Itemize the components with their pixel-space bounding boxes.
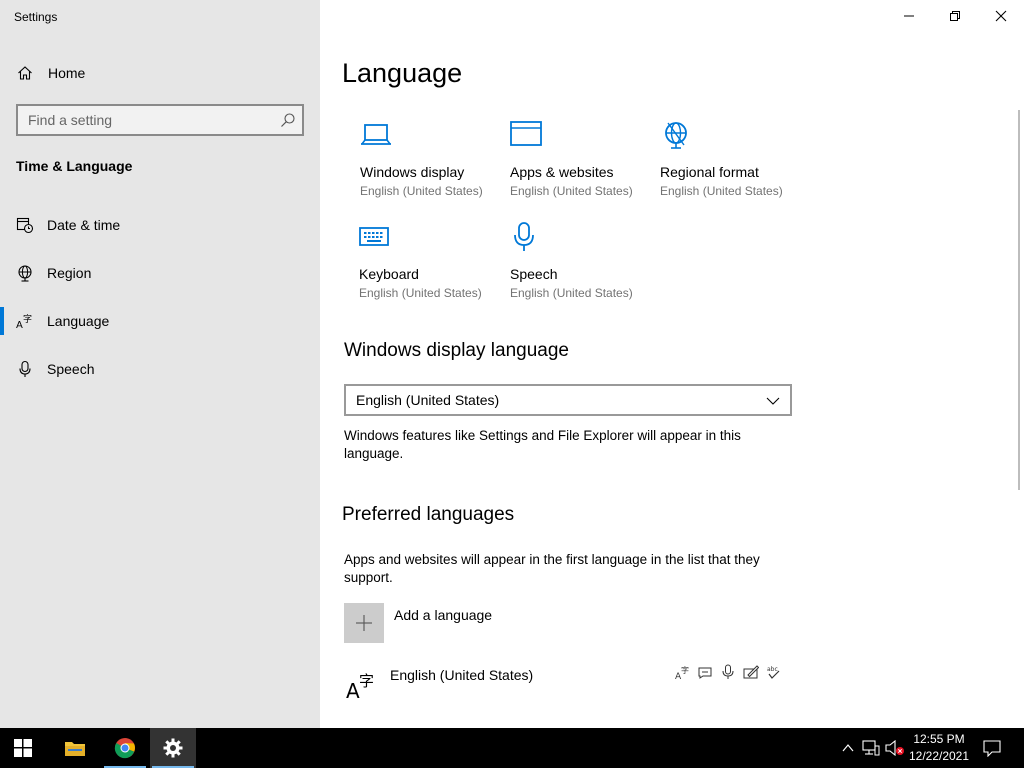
search-box[interactable] <box>16 104 304 136</box>
spellcheck-feature-icon: abc <box>767 666 780 679</box>
svg-text:abc: abc <box>767 666 778 673</box>
preferred-languages-heading: Preferred languages <box>342 504 515 525</box>
tile-title: Regional format <box>660 164 759 180</box>
monitor-icon <box>361 124 391 145</box>
sidebar-item-speech[interactable]: Speech <box>0 351 320 387</box>
tile-title: Keyboard <box>359 266 419 282</box>
chrome-icon <box>114 738 135 759</box>
microphone-icon <box>514 222 534 251</box>
add-icon-box <box>344 603 384 643</box>
language-list-item[interactable]: A 字 English (United States) A 字 abc <box>344 660 794 706</box>
tile-subtitle: English (United States) <box>360 184 483 198</box>
add-language-label: Add a language <box>394 607 493 623</box>
browser-window-icon <box>510 121 542 146</box>
keyboard-icon <box>359 227 389 246</box>
tile-title: Apps & websites <box>510 164 614 180</box>
start-button[interactable] <box>0 728 46 768</box>
network-icon-button[interactable] <box>861 738 881 758</box>
chevron-down-icon <box>766 397 780 405</box>
home-icon <box>18 66 32 80</box>
sidebar-item-region[interactable]: Region <box>0 255 320 291</box>
tile-keyboard[interactable]: Keyboard English (United States) <box>359 222 499 312</box>
svg-text:A: A <box>16 320 23 330</box>
network-icon <box>862 740 880 756</box>
page-title: Language <box>342 58 463 88</box>
nav-home-label: Home <box>48 65 86 81</box>
action-center-button[interactable] <box>982 738 1002 758</box>
taskbar-clock[interactable]: 12:55 PM 12/22/2021 <box>906 731 972 765</box>
taskbar: 12:55 PM 12/22/2021 <box>0 728 1024 768</box>
show-hidden-icons-button[interactable] <box>838 738 858 758</box>
search-icon[interactable] <box>280 112 296 128</box>
calendar-clock-icon <box>16 217 34 234</box>
dropdown-value: English (United States) <box>356 392 500 408</box>
svg-text:字: 字 <box>681 665 689 675</box>
language-icon: A 字 <box>16 313 32 330</box>
svg-text:字: 字 <box>359 672 374 690</box>
add-language-button[interactable]: Add a language <box>344 603 644 645</box>
tile-subtitle: English (United States) <box>510 286 633 300</box>
tile-subtitle: English (United States) <box>359 286 482 300</box>
search-input[interactable] <box>28 111 278 129</box>
main-content: Language Windows display English (United… <box>320 0 1024 728</box>
globe-clock-icon <box>665 122 687 149</box>
sidebar: Settings Home Time & Language Date & tim… <box>0 0 320 728</box>
chrome-button[interactable] <box>102 728 148 768</box>
app-title: Settings <box>14 10 58 24</box>
sidebar-item-label: Speech <box>47 361 95 377</box>
windows-logo-icon <box>14 739 32 757</box>
clock-date: 12/22/2021 <box>908 749 970 763</box>
tile-regional-format[interactable]: Regional format English (United States) <box>660 120 800 210</box>
tile-speech[interactable]: Speech English (United States) <box>510 222 650 312</box>
folder-icon <box>65 742 85 756</box>
clock-time: 12:55 PM <box>913 732 965 746</box>
display-language-heading: Windows display language <box>344 340 569 361</box>
preferred-languages-description: Apps and websites will appear in the fir… <box>344 552 760 585</box>
sidebar-item-language[interactable]: A 字 Language <box>0 303 320 339</box>
sidebar-item-label: Date & time <box>47 217 121 233</box>
notification-icon <box>983 740 1001 757</box>
sidebar-item-date-time[interactable]: Date & time <box>0 207 320 243</box>
sidebar-item-label: Language <box>47 313 110 329</box>
sidebar-item-label: Region <box>47 265 92 281</box>
tile-windows-display[interactable]: Windows display English (United States) <box>360 120 500 210</box>
language-icon: A 字 <box>346 672 374 700</box>
speech-recognition-feature-icon <box>722 664 734 679</box>
file-explorer-button[interactable] <box>52 728 98 768</box>
display-language-feature-icon: A 字 <box>675 665 689 680</box>
tile-subtitle: English (United States) <box>510 184 633 198</box>
volume-icon-button[interactable] <box>885 738 905 758</box>
settings-taskbar-button[interactable] <box>150 728 196 768</box>
volume-muted-icon <box>885 740 904 756</box>
tile-title: Windows display <box>360 164 465 180</box>
microphone-icon <box>19 360 31 377</box>
text-to-speech-feature-icon <box>698 667 712 679</box>
display-language-dropdown[interactable]: English (United States) <box>344 384 792 416</box>
chevron-up-icon <box>842 744 854 752</box>
globe-icon <box>18 265 32 282</box>
tile-title: Speech <box>510 266 558 282</box>
tile-apps-websites[interactable]: Apps & websites English (United States) <box>510 120 650 210</box>
scrollbar[interactable] <box>1018 110 1020 490</box>
plus-icon <box>356 615 372 631</box>
active-indicator <box>0 307 4 335</box>
nav-home[interactable]: Home <box>0 58 320 88</box>
svg-text:A: A <box>346 679 360 700</box>
display-language-description: Windows features like Settings and File … <box>344 428 741 461</box>
handwriting-feature-icon <box>743 665 759 679</box>
language-name: English (United States) <box>390 667 534 683</box>
svg-text:字: 字 <box>23 313 32 325</box>
section-title: Time & Language <box>16 158 133 174</box>
gear-icon <box>163 738 183 758</box>
tile-subtitle: English (United States) <box>660 184 783 198</box>
